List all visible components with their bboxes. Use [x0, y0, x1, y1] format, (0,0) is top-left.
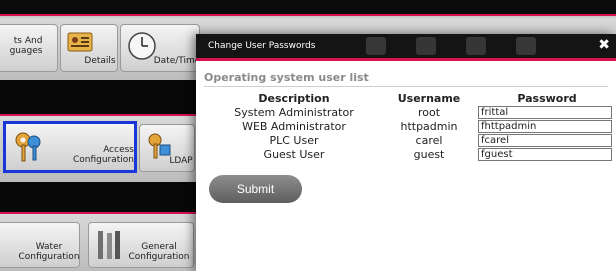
- password-input-carel[interactable]: [478, 134, 612, 147]
- row-description: PLC User: [269, 133, 319, 147]
- table-row: System Administrator root: [204, 105, 616, 119]
- password-cell: [474, 147, 616, 161]
- row-description: Guest User: [263, 147, 325, 161]
- section-title: Operating system user list: [204, 71, 369, 84]
- tile-label: General Configuration: [128, 242, 190, 262]
- change-passwords-dialog: Change User Passwords ✖ Operating system…: [196, 34, 616, 271]
- table-row: PLC User carel: [204, 133, 616, 147]
- table-row: WEB Administrator httpadmin: [204, 119, 616, 133]
- user-table: Description Username Password System Adm…: [204, 92, 616, 161]
- tile-ldap[interactable]: LDAP: [139, 124, 195, 172]
- tile-datetime[interactable]: Date/Time: [120, 24, 200, 72]
- tile-access-configuration[interactable]: Access Configuration: [3, 121, 137, 173]
- tile-water-configuration[interactable]: Water Configuration: [0, 222, 80, 268]
- id-card-icon: [67, 31, 93, 56]
- row-description: System Administrator: [234, 105, 354, 119]
- row-username: carel: [415, 133, 443, 147]
- tile-label: Details: [84, 56, 116, 66]
- dialog-header: Change User Passwords ✖: [196, 34, 616, 58]
- tile-general-configuration[interactable]: General Configuration: [88, 222, 194, 268]
- app-background: ts And guages Details Date/Time Access C…: [0, 0, 616, 271]
- close-icon[interactable]: ✖: [598, 37, 610, 53]
- password-input-guest[interactable]: [478, 148, 612, 161]
- row-description: WEB Administrator: [242, 119, 346, 133]
- tile-label: ts And guages: [9, 35, 43, 56]
- tile-label: Water Configuration: [18, 242, 80, 262]
- dialog-accent-line: [196, 58, 616, 61]
- keys-icon: [12, 130, 46, 167]
- header-faded-icons: [366, 34, 536, 58]
- password-input-httpadmin[interactable]: [478, 120, 612, 133]
- faded-icon: [466, 37, 486, 55]
- key-lock-icon: [146, 131, 172, 164]
- faded-icon: [416, 37, 436, 55]
- header-username: Username: [397, 92, 461, 105]
- faded-icon: [516, 37, 536, 55]
- password-input-root[interactable]: [478, 106, 612, 119]
- table-row: Guest User guest: [204, 147, 616, 161]
- top-bar: [0, 0, 616, 16]
- divider: [204, 86, 608, 87]
- password-cell: [474, 105, 616, 119]
- row-username: httpadmin: [400, 119, 458, 133]
- submit-button[interactable]: Submit: [209, 175, 302, 203]
- header-description: Description: [258, 92, 330, 105]
- header-password: Password: [517, 92, 577, 105]
- tools-icon: [95, 229, 125, 266]
- password-cell: [474, 119, 616, 133]
- tile-label: Date/Time: [153, 56, 201, 66]
- password-cell: [474, 133, 616, 147]
- row-username: root: [417, 105, 441, 119]
- row-username: guest: [413, 147, 445, 161]
- tile-details[interactable]: Details: [60, 24, 118, 72]
- clock-icon: [127, 31, 157, 64]
- tile-label: LDAP: [169, 156, 193, 166]
- dialog-title: Change User Passwords: [208, 41, 316, 51]
- table-header-row: Description Username Password: [204, 92, 616, 105]
- tile-regional-languages[interactable]: ts And guages: [0, 24, 58, 72]
- faded-icon: [366, 37, 386, 55]
- tile-label: Access Configuration: [72, 145, 134, 165]
